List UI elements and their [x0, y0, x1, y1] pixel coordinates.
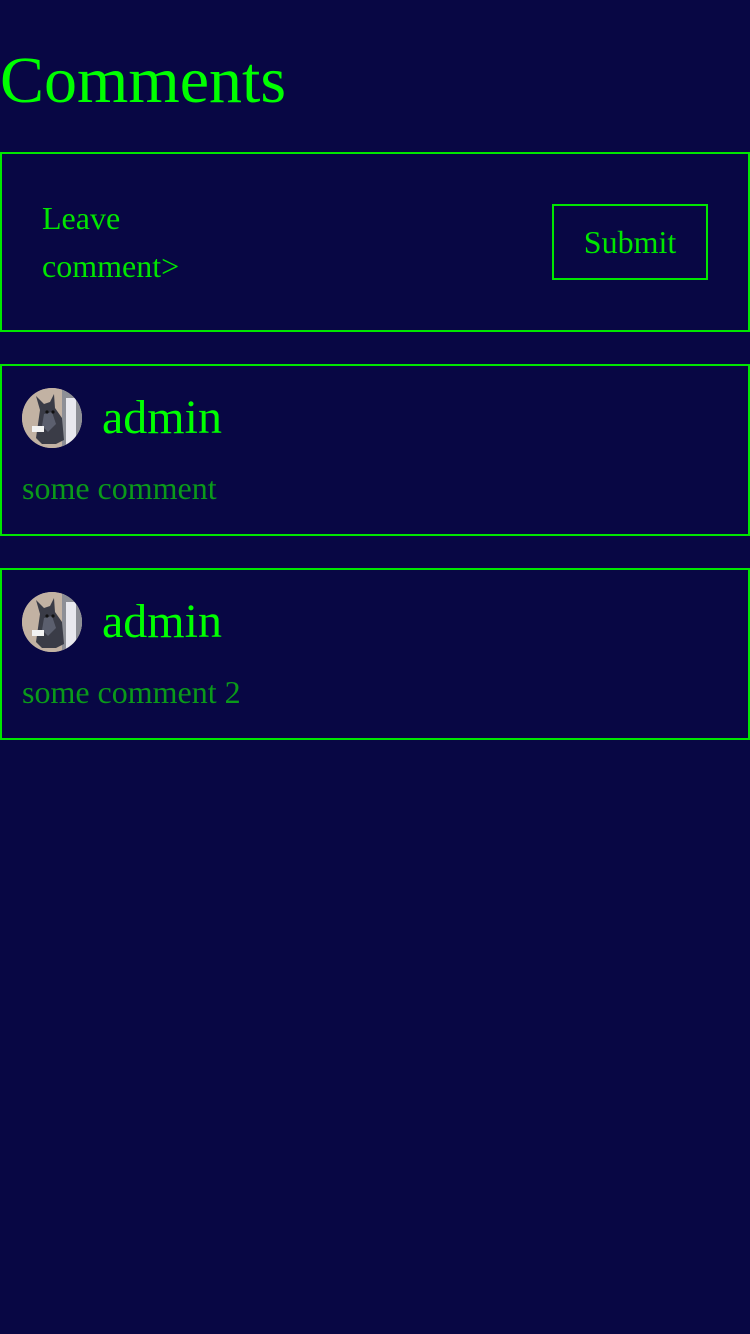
avatar [22, 592, 82, 652]
comment-item: admin some comment 2 [0, 568, 750, 740]
comment-item: admin some comment [0, 364, 750, 536]
dog-photo-avatar-icon [22, 388, 82, 448]
comment-input[interactable]: Leave comment> [42, 194, 202, 290]
comment-author: admin [102, 595, 222, 648]
submit-button[interactable]: Submit [552, 204, 708, 280]
comments-page: Comments Leave comment> Submit admin som… [0, 0, 750, 1334]
comment-text: some comment 2 [22, 674, 241, 710]
page-title: Comments [0, 44, 287, 117]
avatar [22, 388, 82, 448]
comment-author: admin [102, 391, 222, 444]
comment-composer: Leave comment> Submit [0, 152, 750, 332]
dog-photo-avatar-icon [22, 592, 82, 652]
comment-text: some comment [22, 470, 217, 506]
